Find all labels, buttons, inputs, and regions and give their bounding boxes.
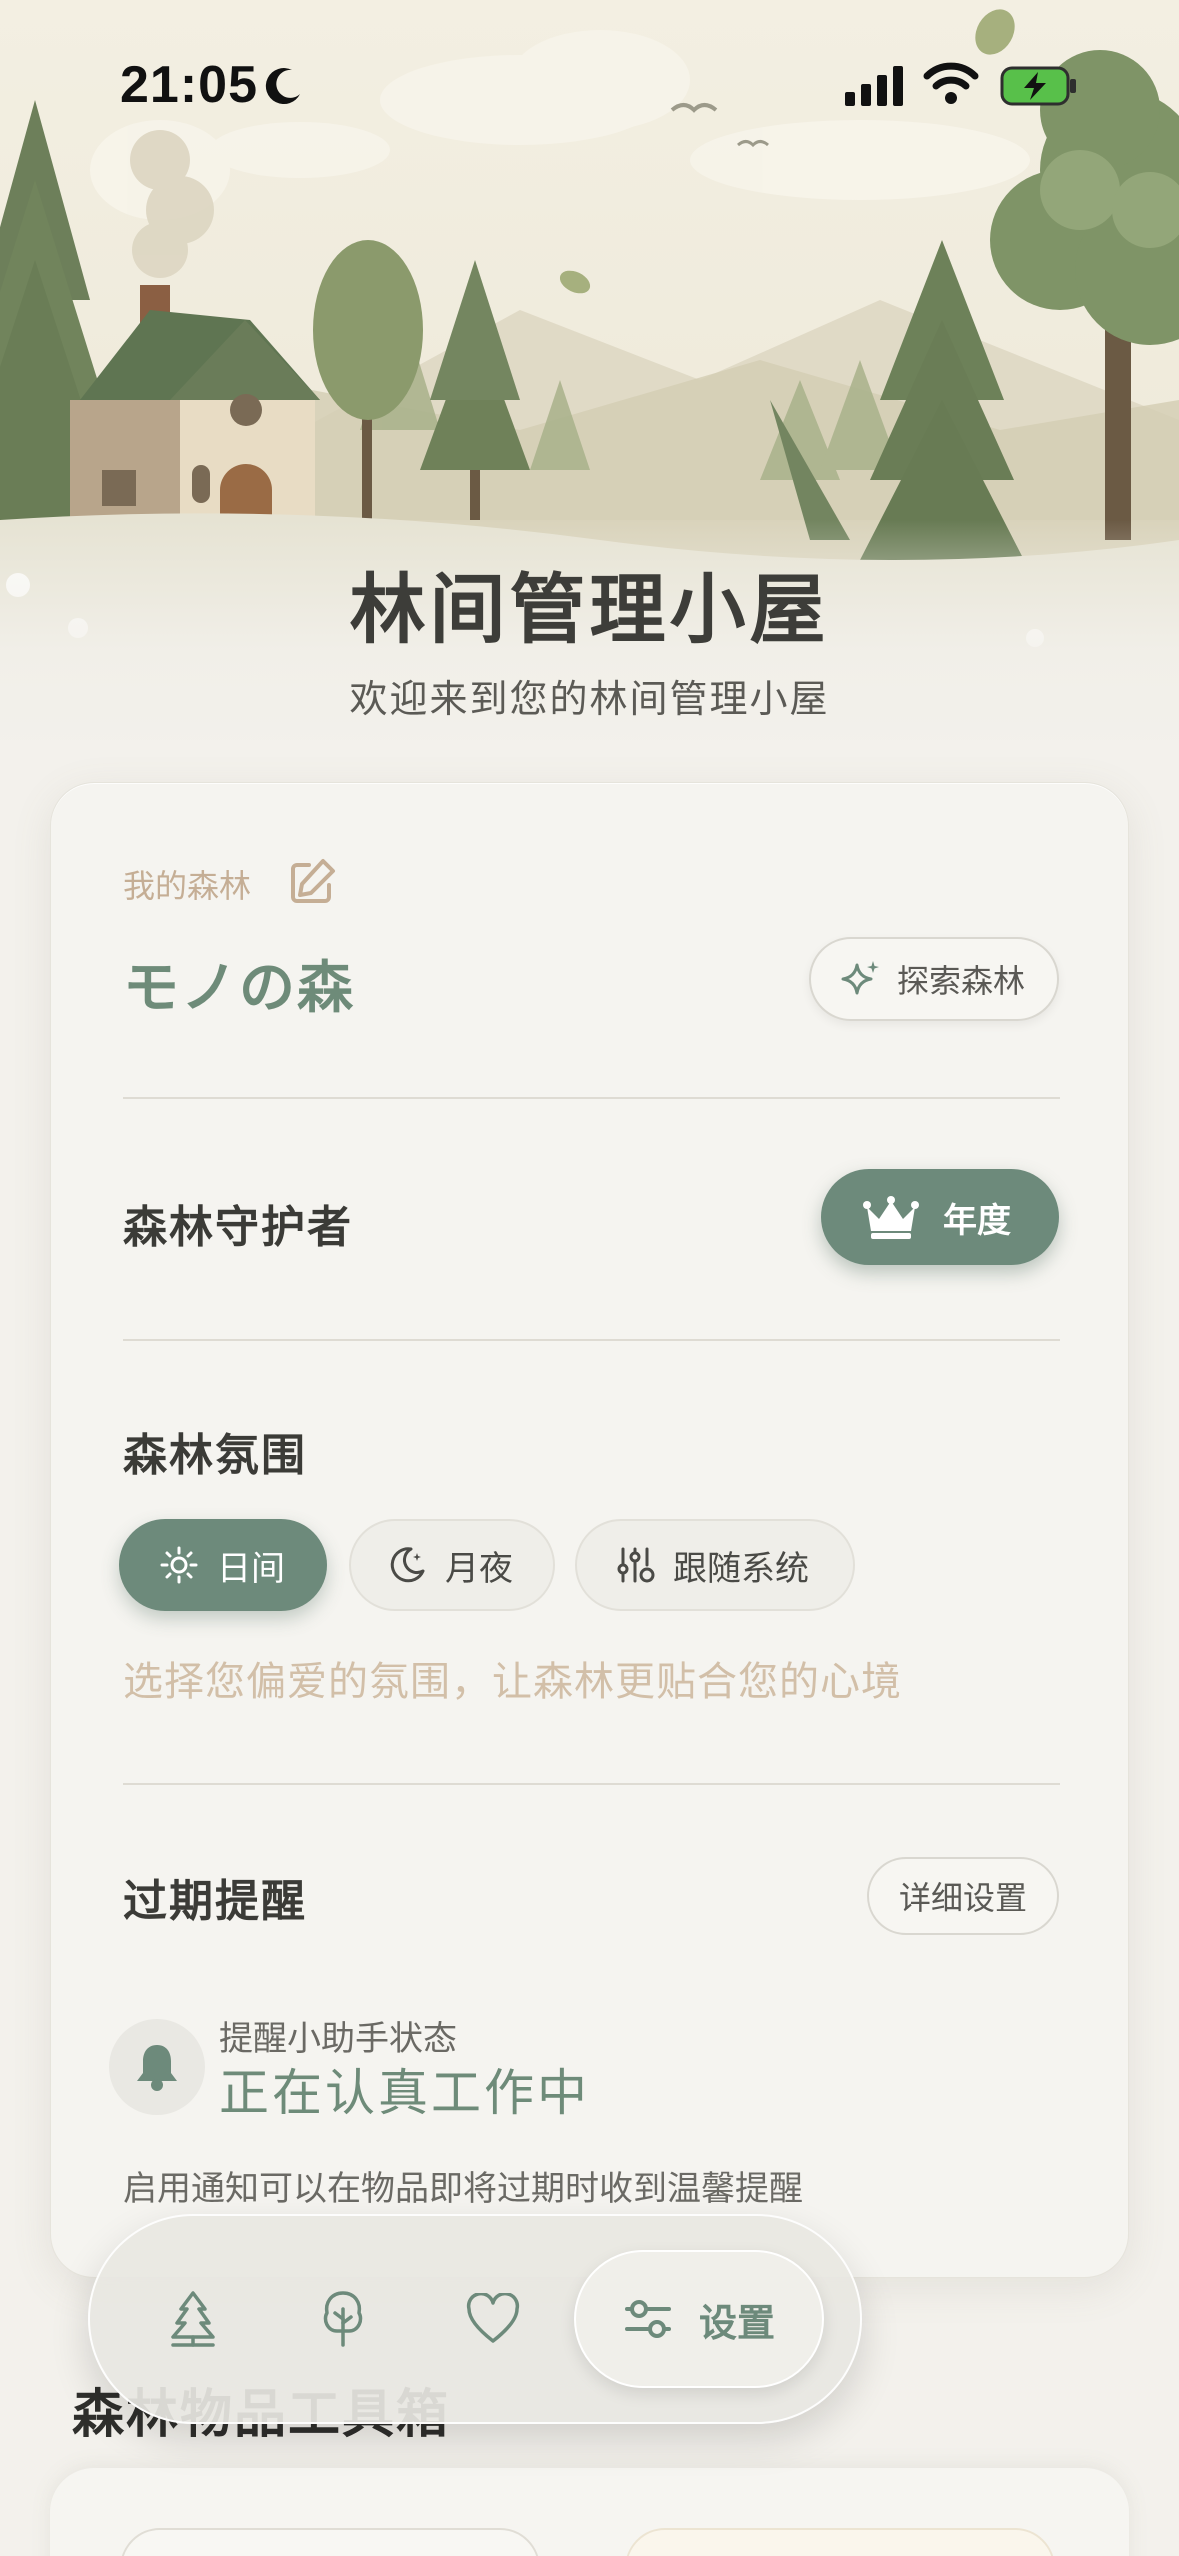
tab-forest[interactable] (158, 2284, 228, 2354)
forest-name: モノの森 (123, 956, 355, 1021)
tab-tree[interactable] (308, 2284, 378, 2354)
atmosphere-title: 森林氛围 (123, 1430, 307, 1481)
bell-badge (109, 2019, 205, 2115)
explore-forest-label: 探索森林 (897, 962, 1026, 1000)
moon-icon (390, 1547, 425, 1583)
annual-plan-badge[interactable]: 年度 (821, 1169, 1059, 1265)
heart-icon (466, 2293, 520, 2343)
guardian-title: 森林守护者 (123, 1202, 353, 1253)
divider (123, 1097, 1060, 1099)
bell-icon (137, 2045, 177, 2091)
trees-icon (171, 2291, 215, 2347)
tree-icon (323, 2291, 363, 2347)
edit-icon[interactable] (287, 857, 337, 907)
reminder-assistant-status: 正在认真工作中 (219, 2064, 590, 2122)
page-title: 林间管理小屋 (349, 565, 830, 654)
toolbox-item[interactable] (625, 2528, 1055, 2556)
tab-favorites[interactable] (458, 2284, 528, 2354)
tab-bar: 设置 (88, 2214, 862, 2424)
theme-option-label: 月夜 (445, 1548, 513, 1589)
sliders-icon (617, 1547, 655, 1583)
sliders-icon (624, 2300, 671, 2338)
page-subtitle: 欢迎来到您的林间管理小屋 (349, 677, 830, 721)
sun-icon (160, 1546, 198, 1584)
explore-forest-button[interactable]: 探索森林 (809, 937, 1059, 1021)
my-forest-label: 我的森林 (123, 867, 252, 905)
theme-option-label: 日间 (217, 1548, 285, 1589)
sparkle-icon (841, 961, 879, 995)
theme-option-day[interactable]: 日间 (119, 1519, 327, 1611)
theme-option-label: 跟随系统 (673, 1548, 809, 1589)
tab-settings-label: 设置 (698, 2300, 775, 2345)
wifi-icon (923, 62, 979, 104)
status-time: 21:05 (120, 56, 258, 114)
crown-icon (863, 1196, 919, 1239)
detailed-settings-button[interactable]: 详细设置 (867, 1857, 1059, 1935)
atmosphere-hint: 选择您偏爱的氛围，让森林更贴合您的心境 (123, 1659, 902, 1705)
theme-option-system[interactable]: 跟随系统 (575, 1519, 855, 1611)
notification-notice: 启用通知可以在物品即将过期时收到温馨提醒 (123, 2169, 803, 2209)
tab-settings[interactable]: 设置 (574, 2250, 824, 2388)
detailed-settings-label: 详细设置 (898, 1879, 1027, 1917)
theme-option-night[interactable]: 月夜 (349, 1519, 555, 1611)
divider (123, 1783, 1060, 1785)
cellular-signal-icon (845, 66, 903, 106)
divider (123, 1339, 1060, 1341)
expiry-reminder-title: 过期提醒 (123, 1876, 307, 1927)
annual-plan-label: 年度 (943, 1200, 1011, 1241)
moon-icon (265, 68, 300, 105)
settings-card: 我的森林 モノの森 探索森林 森林守护者 年度 森林氛围 日间 月夜 跟随系统 … (50, 782, 1129, 2278)
toolbox-card (50, 2468, 1129, 2556)
battery-charging-icon (1000, 66, 1076, 106)
toolbox-item[interactable] (120, 2528, 540, 2556)
